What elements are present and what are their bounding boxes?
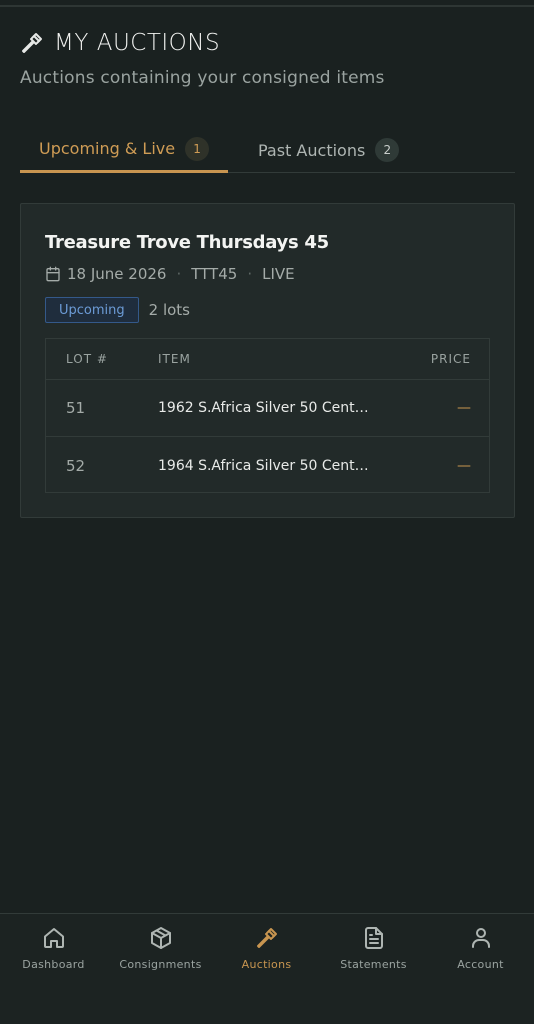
page-subtitle: Auctions containing your consigned items — [20, 68, 385, 88]
auction-mode: LIVE — [262, 265, 295, 283]
nav-label: Account — [457, 958, 504, 971]
auction-title: Treasure Trove Thursdays 45 — [45, 232, 329, 253]
table-row[interactable]: 52 1964 S.Africa Silver 50 Cent… — — [46, 437, 489, 494]
nav-label: Auctions — [241, 958, 292, 971]
status-badge: Upcoming — [45, 297, 139, 323]
nav-dashboard[interactable]: Dashboard — [0, 926, 107, 986]
auction-meta: 18 June 2026 · TTT45 · LIVE — [45, 265, 295, 283]
user-icon — [471, 928, 490, 948]
column-header-item: ITEM — [158, 352, 191, 366]
tab-label: Upcoming & Live — [39, 139, 176, 158]
column-header-lot: LOT # — [66, 352, 108, 366]
nav-account[interactable]: Account — [427, 926, 534, 986]
lot-number: 52 — [66, 456, 86, 475]
box-icon — [150, 927, 171, 949]
page-title: MY AUCTIONS — [54, 30, 221, 56]
top-divider — [0, 5, 534, 7]
lot-item: 1962 S.Africa Silver 50 Cent… — [158, 400, 369, 416]
auction-code: TTT45 — [191, 265, 238, 283]
gavel-icon — [22, 33, 42, 53]
table-row[interactable]: 51 1962 S.Africa Silver 50 Cent… — — [46, 380, 489, 437]
lot-price: — — [457, 400, 471, 416]
tab-label: Past Auctions — [258, 140, 366, 160]
gavel-icon — [256, 928, 277, 948]
tab-count-badge: 1 — [185, 136, 210, 161]
tab-past-auctions[interactable]: Past Auctions 2 — [258, 127, 400, 173]
auction-date: 18 June 2026 — [67, 265, 167, 283]
tab-upcoming-live[interactable]: Upcoming & Live 1 — [20, 127, 228, 173]
nav-label: Consignments — [119, 958, 202, 971]
nav-auctions[interactable]: Auctions — [213, 926, 320, 986]
lots-count: 2 lots — [148, 301, 190, 319]
tab-count-badge: 2 — [375, 138, 400, 162]
auction-card[interactable]: Treasure Trove Thursdays 45 18 June 2026… — [20, 203, 515, 518]
table-header: LOT # ITEM PRICE — [46, 339, 489, 380]
separator-dot: · — [176, 265, 182, 283]
auction-tabs: Upcoming & Live 1 Past Auctions 2 — [20, 127, 515, 173]
lots-table: LOT # ITEM PRICE 51 1962 S.Africa Silver… — [45, 338, 490, 493]
nav-statements[interactable]: Statements — [320, 926, 427, 986]
bottom-nav: Dashboard Consignments Auctions Statemen… — [0, 913, 534, 1024]
separator-dot: · — [247, 265, 253, 283]
column-header-price: PRICE — [430, 352, 471, 366]
nav-label: Dashboard — [22, 958, 85, 971]
page-header: MY AUCTIONS Auctions containing your con… — [20, 30, 520, 88]
lot-number: 51 — [66, 399, 86, 417]
lot-price: — — [457, 457, 471, 474]
home-icon — [43, 928, 64, 948]
calendar-icon — [46, 266, 60, 282]
nav-consignments[interactable]: Consignments — [107, 926, 214, 986]
status-row: Upcoming 2 lots — [45, 297, 190, 323]
nav-label: Statements — [340, 958, 407, 971]
lot-item: 1964 S.Africa Silver 50 Cent… — [158, 457, 369, 474]
document-icon — [364, 927, 383, 949]
